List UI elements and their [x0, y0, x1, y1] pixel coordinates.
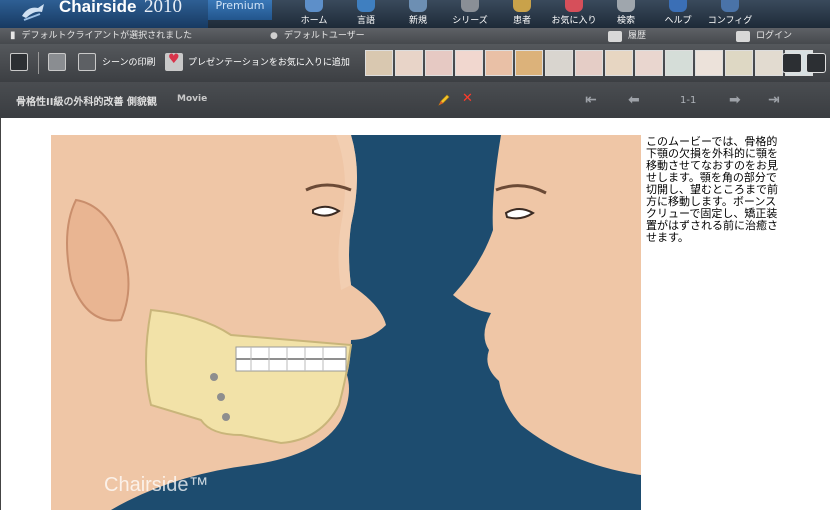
- history-label: 履歴: [628, 31, 647, 41]
- print-scene-button[interactable]: シーンの印刷: [102, 56, 156, 70]
- search-icon: [617, 0, 635, 12]
- scene-thumbnail[interactable]: [755, 50, 783, 76]
- scene-thumbnail[interactable]: [455, 50, 483, 76]
- movie-frame-image: [51, 135, 641, 510]
- login-label: ログイン: [756, 31, 793, 41]
- nav-item-label: 検索: [616, 16, 635, 26]
- brand-year: 2010: [144, 0, 182, 17]
- lock-icon: [736, 30, 750, 42]
- user-icon: ●: [270, 31, 278, 41]
- collapse-icon[interactable]: [10, 53, 28, 71]
- nav-item-label: お気に入り: [551, 16, 597, 26]
- top-bar: Chairside 2010 Premium ホーム 言語 新規 シリーズ 患者 お気に入…: [0, 0, 830, 28]
- home-icon: [305, 0, 323, 12]
- user-status[interactable]: ● デフォルトユーザー: [270, 29, 365, 43]
- scene-thumbnail[interactable]: [425, 50, 453, 76]
- pin-icon: ▮: [10, 30, 16, 41]
- scene-thumbnail[interactable]: [635, 50, 663, 76]
- login-button[interactable]: ログイン: [736, 29, 792, 43]
- print-icon[interactable]: [78, 53, 96, 71]
- brand-name: Chairside: [59, 0, 137, 16]
- chairside-watermark: Chairside™: [104, 474, 209, 496]
- delete-icon[interactable]: ✕: [462, 91, 473, 106]
- scene-thumbnails: [365, 50, 813, 76]
- nav-item-label: 患者: [512, 16, 531, 26]
- scene-thumbnail[interactable]: [545, 50, 573, 76]
- next-page-icon[interactable]: ➡: [729, 92, 741, 108]
- nav-item-label: ヘルプ: [664, 16, 692, 26]
- first-page-icon[interactable]: ⇤: [585, 92, 597, 108]
- nav-item-label: コンフィグ: [707, 16, 753, 26]
- movie-title: 骨格性II級の外科的改善 側貌観: [16, 97, 157, 108]
- pencil-icon[interactable]: [438, 94, 450, 106]
- tool-bar: シーンの印刷 ♥ プレゼンテーションをお気に入りに追加: [0, 44, 830, 82]
- last-page-icon[interactable]: ⇥: [768, 92, 780, 108]
- movie-description: このムービーでは、骨格的下顎の欠損を外科的に顎を移動させてなおすのをお見せします…: [646, 135, 778, 244]
- nav-item-patient[interactable]: 患者: [496, 0, 548, 28]
- language-icon: [357, 0, 375, 12]
- help-icon: [669, 0, 687, 12]
- client-status[interactable]: ▮ デフォルトクライアントが選択されました: [10, 29, 192, 43]
- scene-thumbnail[interactable]: [695, 50, 723, 76]
- content-left-border: [0, 118, 1, 510]
- movie-player[interactable]: [51, 135, 641, 510]
- client-status-label: デフォルトクライアントが選択されました: [21, 31, 193, 41]
- toolbar-divider: [38, 52, 39, 74]
- nav-item-new[interactable]: 新規: [392, 0, 444, 28]
- movie-title-bar: 骨格性II級の外科的改善 側貌観 Movie ✕ ⇤ ⬅ 1-1 ➡ ⇥: [0, 82, 830, 118]
- config-icon: [721, 0, 739, 12]
- nav-item-label: シリーズ: [452, 16, 488, 26]
- nav-item-favorite[interactable]: お気に入り: [548, 0, 600, 28]
- nav-item-label: 新規: [408, 16, 427, 26]
- main-nav: ホーム 言語 新規 シリーズ 患者 お気に入り 検索 ヘルプ コンフィグ: [288, 0, 756, 28]
- status-bar: ▮ デフォルトクライアントが選択されました ● デフォルトユーザー 履歴 ログイ…: [0, 28, 830, 44]
- clock-icon: [608, 30, 622, 42]
- nav-item-language[interactable]: 言語: [340, 0, 392, 28]
- nav-item-label: 言語: [356, 16, 375, 26]
- nav-item-label: ホーム: [300, 16, 328, 26]
- nav-item-help[interactable]: ヘルプ: [652, 0, 704, 28]
- chair-logo-icon: [22, 4, 44, 21]
- page-count: 1-1: [680, 95, 697, 106]
- scene-thumbnail[interactable]: [395, 50, 423, 76]
- fullscreen-icon[interactable]: [782, 53, 802, 73]
- heart-icon[interactable]: ♥: [165, 52, 183, 71]
- nav-item-series[interactable]: シリーズ: [444, 0, 496, 28]
- scene-thumbnail[interactable]: [485, 50, 513, 76]
- edition-badge: Premium: [208, 0, 272, 20]
- favorite-icon: [565, 0, 583, 12]
- add-presentation-favorite-button[interactable]: プレゼンテーションをお気に入りに追加: [188, 56, 350, 70]
- previous-page-icon[interactable]: ⬅: [628, 92, 640, 108]
- movie-kind-label: Movie: [177, 94, 208, 104]
- exit-icon[interactable]: [806, 53, 826, 73]
- new-icon: [409, 0, 427, 12]
- scene-icon[interactable]: [48, 53, 66, 71]
- scene-thumbnail[interactable]: [665, 50, 693, 76]
- scene-thumbnail[interactable]: [605, 50, 633, 76]
- user-status-label: デフォルトユーザー: [283, 31, 365, 41]
- scene-thumbnail[interactable]: [575, 50, 603, 76]
- series-icon: [461, 0, 479, 12]
- nav-item-home[interactable]: ホーム: [288, 0, 340, 28]
- history-button[interactable]: 履歴: [608, 29, 646, 43]
- brand: Chairside 2010: [0, 0, 208, 28]
- scene-thumbnail[interactable]: [725, 50, 753, 76]
- scene-thumbnail[interactable]: [365, 50, 393, 76]
- nav-item-search[interactable]: 検索: [600, 0, 652, 28]
- patient-icon: [513, 0, 531, 12]
- nav-item-config[interactable]: コンフィグ: [704, 0, 756, 28]
- scene-thumbnail[interactable]: [515, 50, 543, 76]
